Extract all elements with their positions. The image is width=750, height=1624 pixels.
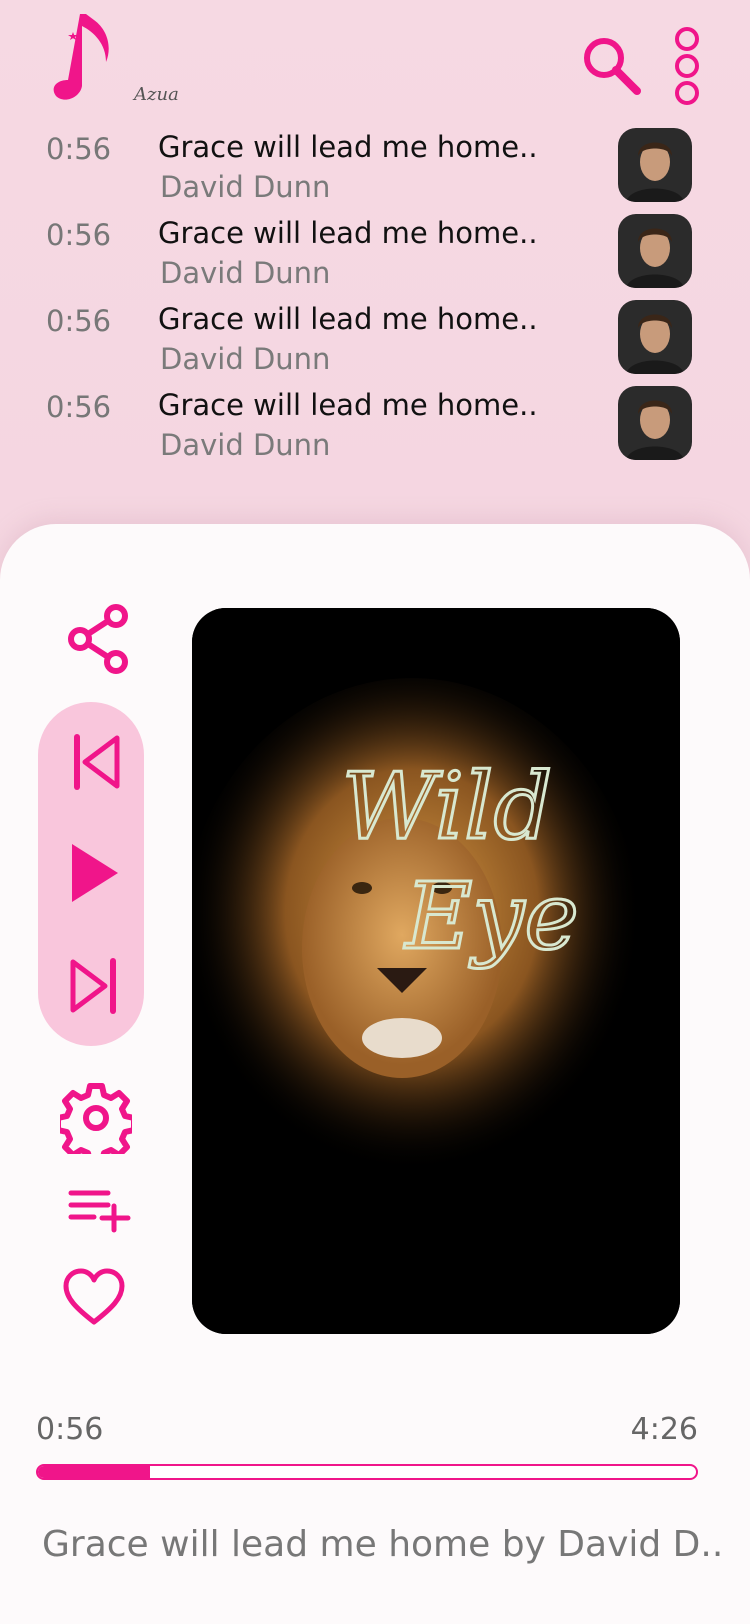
artist-avatar (618, 386, 692, 460)
artist-avatar (618, 214, 692, 288)
skip-previous-icon (74, 734, 120, 790)
settings-icon (55, 1083, 137, 1165)
track-title: Grace will lead me home.. (158, 130, 538, 164)
search-icon (584, 38, 641, 95)
more-options-button[interactable] (668, 26, 706, 106)
now-playing-title: Grace will lead me home by David D.... (42, 1524, 722, 1565)
track-artist: David Dunn (160, 256, 331, 290)
play-button[interactable] (70, 842, 120, 908)
share-icon (68, 604, 128, 674)
search-button[interactable] (580, 34, 642, 96)
settings-button[interactable] (55, 1082, 137, 1165)
progress-fill (38, 1466, 150, 1478)
add-to-playlist-button[interactable] (68, 1188, 132, 1238)
now-playing-card: Wild Eye 0:56 4:26 Grace will lead me ho… (0, 524, 750, 1624)
next-button[interactable] (68, 958, 118, 1018)
play-icon (72, 844, 118, 902)
album-art-title-line1: Wild (342, 753, 553, 860)
current-time: 0:56 (36, 1412, 104, 1447)
share-button[interactable] (68, 604, 132, 678)
track-time: 0:56 (46, 132, 112, 166)
app-logo[interactable]: Azua (50, 14, 179, 105)
artist-avatar (618, 128, 692, 202)
track-artist: David Dunn (160, 170, 331, 204)
favorite-button[interactable] (62, 1268, 126, 1330)
add-to-queue-icon (68, 1190, 131, 1233)
skip-next-icon (70, 958, 116, 1014)
track-title: Grace will lead me home.. (158, 216, 538, 250)
playback-controls (38, 702, 144, 1046)
track-time: 0:56 (46, 390, 112, 424)
track-title: Grace will lead me home.. (158, 388, 538, 422)
track-artist: David Dunn (160, 342, 331, 376)
track-item[interactable]: 0:56 Grace will lead me home.. David Dun… (0, 292, 750, 378)
previous-button[interactable] (72, 734, 122, 794)
track-time: 0:56 (46, 304, 112, 338)
track-artist: David Dunn (160, 428, 331, 462)
more-options-icon (675, 27, 699, 105)
track-title: Grace will lead me home.. (158, 302, 538, 336)
heart-icon (63, 1268, 125, 1325)
album-art: Wild Eye (192, 608, 680, 1334)
lion-artwork-image: Wild Eye (192, 608, 680, 1334)
album-art-title-line2: Eye (403, 863, 579, 970)
top-bar: Azua (0, 0, 750, 120)
progress-bar[interactable] (36, 1464, 698, 1480)
track-item[interactable]: 0:56 Grace will lead me home.. David Dun… (0, 378, 750, 464)
artist-avatar (618, 300, 692, 374)
track-item[interactable]: 0:56 Grace will lead me home.. David Dun… (0, 206, 750, 292)
logo-text: Azua (134, 84, 179, 105)
track-item[interactable]: 0:56 Grace will lead me home.. David Dun… (0, 120, 750, 206)
total-time: 4:26 (630, 1412, 698, 1447)
music-note-logo-icon (53, 14, 109, 100)
track-time: 0:56 (46, 218, 112, 252)
